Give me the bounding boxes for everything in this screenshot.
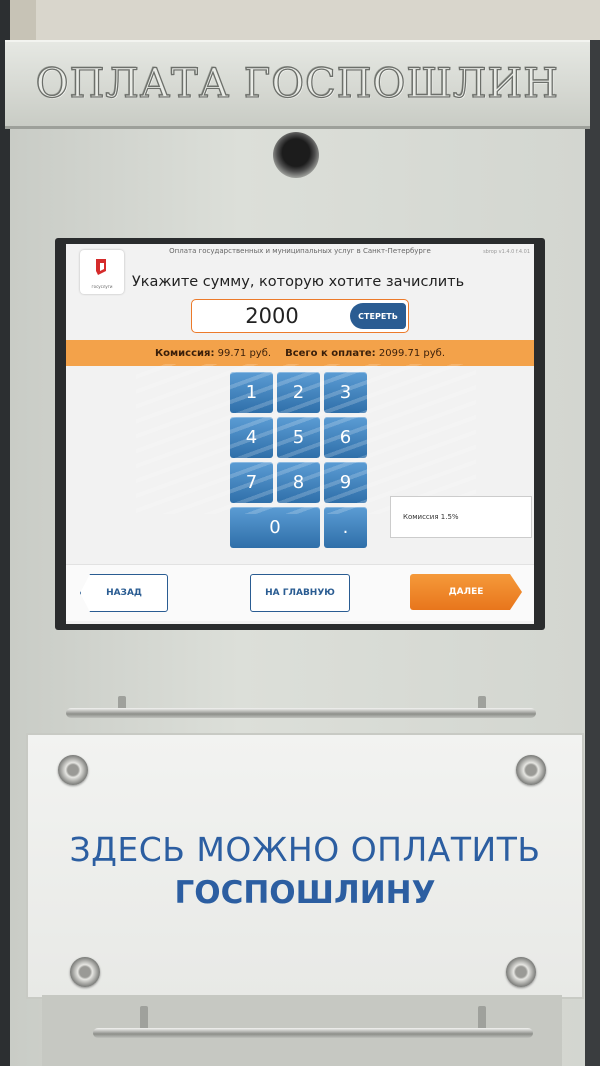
commission-tooltip: Комиссия 1.5% bbox=[390, 496, 532, 538]
fee-info: Комиссия: 99.71 руб. bbox=[155, 348, 271, 359]
lock-icon bbox=[516, 755, 546, 785]
wall-left bbox=[0, 0, 10, 1066]
lower-panel: ЗДЕСЬ МОЖНО ОПЛАТИТЬ ГОСПОШЛИНУ bbox=[26, 733, 584, 999]
key-9[interactable]: 9 bbox=[324, 462, 367, 503]
key-5[interactable]: 5 bbox=[277, 417, 320, 458]
version-label: sbrop v1.4.0 f.4.01 bbox=[483, 249, 530, 255]
key-7[interactable]: 7 bbox=[230, 462, 273, 503]
fee-value: 99.71 руб. bbox=[217, 347, 272, 359]
lock-icon bbox=[506, 957, 536, 987]
panel-subheadline: ГОСПОШЛИНУ bbox=[174, 875, 436, 911]
key-dot[interactable]: . bbox=[324, 507, 367, 548]
home-button[interactable]: НА ГЛАВНУЮ bbox=[250, 574, 350, 612]
wall bbox=[0, 0, 600, 40]
key-6[interactable]: 6 bbox=[324, 417, 367, 458]
logo-caption: госуслуги bbox=[91, 284, 113, 289]
amount-input[interactable]: 2000 СТЕРЕТЬ bbox=[191, 299, 409, 333]
fee-bar: Комиссия: 99.71 руб. Всего к оплате: 209… bbox=[66, 340, 534, 366]
touch-screen: Оплата государственных и муниципальных у… bbox=[66, 244, 534, 624]
handle-post bbox=[140, 1006, 148, 1030]
fee-label: Комиссия: bbox=[154, 347, 215, 359]
numeric-keypad: 1 2 3 4 5 6 7 8 9 0 . bbox=[230, 372, 370, 548]
handle-post bbox=[478, 1006, 486, 1030]
total-value: 2099.71 руб. bbox=[378, 347, 446, 359]
total-label: Всего к оплате: bbox=[285, 347, 376, 359]
header-plate: ОПЛАТА ГОСПОШЛИН bbox=[5, 40, 590, 129]
key-2[interactable]: 2 bbox=[277, 372, 320, 413]
total-info: Всего к оплате: 2099.71 руб. bbox=[285, 348, 445, 359]
key-1[interactable]: 1 bbox=[230, 372, 273, 413]
next-button[interactable]: ДАЛЕЕ bbox=[410, 574, 522, 610]
lower-handle[interactable] bbox=[93, 1028, 533, 1038]
amount-prompt: Укажите сумму, которую хотите зачислить bbox=[131, 274, 465, 290]
clear-button[interactable]: СТЕРЕТЬ bbox=[350, 303, 406, 329]
lock-icon bbox=[70, 957, 100, 987]
camera-icon bbox=[273, 132, 319, 178]
key-3[interactable]: 3 bbox=[324, 372, 367, 413]
gosuslugi-logo: госуслуги bbox=[80, 250, 124, 294]
upper-handle[interactable] bbox=[66, 708, 536, 718]
lock-icon bbox=[58, 755, 88, 785]
amount-value: 2000 bbox=[245, 304, 299, 328]
navigation-bar: НАЗАД НА ГЛАВНУЮ ДАЛЕЕ bbox=[66, 564, 534, 621]
back-button[interactable]: НАЗАД bbox=[80, 574, 168, 612]
screen-caption: Оплата государственных и муниципальных у… bbox=[169, 247, 431, 255]
header-text: ОПЛАТА ГОСПОШЛИН bbox=[35, 60, 560, 107]
panel-headline: ЗДЕСЬ МОЖНО ОПЛАТИТЬ bbox=[69, 830, 541, 869]
key-0[interactable]: 0 bbox=[230, 507, 320, 548]
logo-icon bbox=[96, 259, 106, 275]
key-8[interactable]: 8 bbox=[277, 462, 320, 503]
key-4[interactable]: 4 bbox=[230, 417, 273, 458]
